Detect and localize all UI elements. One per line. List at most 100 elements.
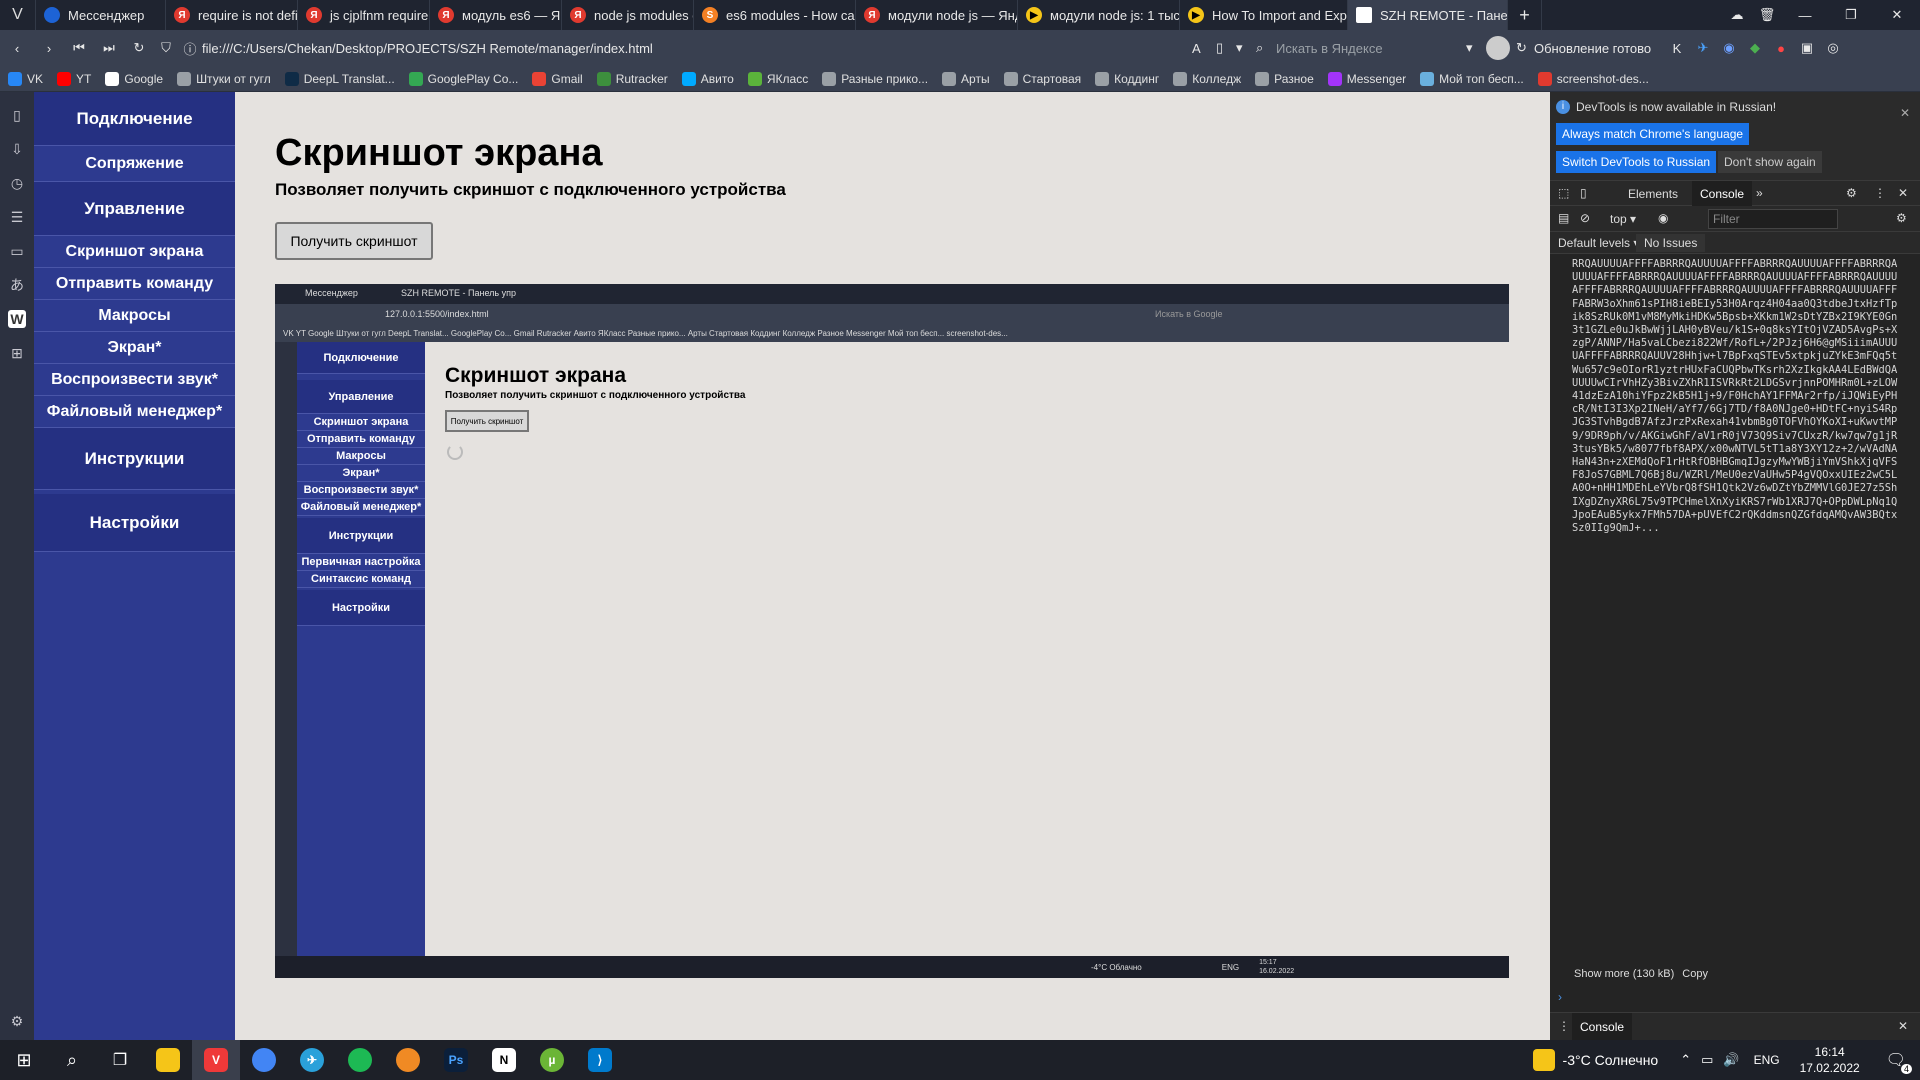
close-window-button[interactable]: ✕: [1874, 0, 1920, 30]
chevron-down-icon[interactable]: ▾: [1236, 40, 1256, 56]
gear-icon[interactable]: ⚙: [1846, 186, 1857, 200]
bookmark-icon[interactable]: ▯: [1216, 40, 1236, 56]
nav-file-manager[interactable]: Файловый менеджер*: [34, 396, 235, 428]
show-more-button[interactable]: Show more (130 kB): [1574, 968, 1674, 980]
bookmark-item[interactable]: VK: [8, 71, 43, 86]
bookmark-icon[interactable]: ▯: [8, 106, 26, 124]
bookmark-item[interactable]: Коддинг: [1095, 71, 1159, 86]
nav-play-sound[interactable]: Воспроизвести звук*: [34, 364, 235, 396]
restore-button[interactable]: ❐: [1828, 0, 1874, 30]
volume-icon[interactable]: 🔊: [1723, 1052, 1739, 1068]
gear-icon[interactable]: ⚙: [8, 1012, 26, 1030]
bookmark-item[interactable]: Разные прико...: [822, 71, 928, 86]
vpn-extension-icon[interactable]: ◉: [1716, 40, 1742, 56]
taskbar-chrome[interactable]: [240, 1040, 288, 1080]
gear-icon[interactable]: ⚙: [1896, 211, 1907, 225]
trash-icon[interactable]: 🗑: [1752, 0, 1782, 30]
clear-console-icon[interactable]: ⊘: [1580, 211, 1590, 225]
dont-show-again-button[interactable]: Don't show again: [1718, 151, 1822, 173]
network-icon[interactable]: ▭: [1701, 1052, 1713, 1068]
bookmark-item[interactable]: Messenger: [1327, 71, 1406, 86]
skip-forward-icon[interactable]: ⏭: [94, 40, 124, 56]
sidebar-toggle-icon[interactable]: ▤: [1558, 211, 1569, 225]
browser-tab[interactable]: Ямодуль es6 — Яндекс:: [430, 0, 562, 30]
clock[interactable]: 16:14 17.02.2022: [1800, 1044, 1860, 1076]
console-filter-input[interactable]: Filter: [1708, 209, 1838, 229]
nav-settings[interactable]: Настройки: [34, 490, 235, 552]
tab-elements[interactable]: Elements: [1628, 187, 1678, 201]
chevron-up-icon[interactable]: ⌃: [1680, 1052, 1691, 1068]
bookmark-item[interactable]: Штуки от гугл: [177, 71, 271, 86]
nav-control[interactable]: Управление: [34, 182, 235, 236]
window-icon[interactable]: ▭: [8, 242, 26, 260]
console-prompt-icon[interactable]: ›: [1558, 990, 1562, 1004]
notes-icon[interactable]: ☰: [8, 208, 26, 226]
taskbar-photoshop[interactable]: Ps: [432, 1040, 480, 1080]
taskbar-notion[interactable]: N: [480, 1040, 528, 1080]
log-levels-select[interactable]: Default levels ▾: [1558, 236, 1639, 250]
close-icon[interactable]: ✕: [1898, 1019, 1908, 1033]
add-panel-icon[interactable]: ⊞: [8, 344, 26, 362]
inspect-icon[interactable]: ⬚: [1558, 186, 1569, 200]
info-icon[interactable]: ⓘ: [178, 39, 202, 58]
minimize-button[interactable]: —: [1782, 0, 1828, 30]
back-icon[interactable]: ‹: [0, 41, 34, 56]
more-tabs-icon[interactable]: »: [1756, 186, 1763, 200]
bookmark-item[interactable]: Gmail: [532, 71, 583, 86]
tab-console[interactable]: Console: [1692, 181, 1753, 207]
extension-icon[interactable]: ◆: [1742, 40, 1768, 56]
issues-button[interactable]: No Issues: [1636, 234, 1706, 252]
match-language-button[interactable]: Always match Chrome's language: [1556, 123, 1750, 145]
browser-tab[interactable]: Мессенджер: [36, 0, 166, 30]
search-input[interactable]: Искать в Яндексе: [1276, 41, 1466, 56]
weather-label[interactable]: -3°C Солнечно: [1563, 1052, 1659, 1068]
browser-tab-active[interactable]: SZH REMOTE - Панель: [1348, 0, 1508, 30]
adblock-icon[interactable]: ●: [1768, 41, 1794, 56]
bookmark-item[interactable]: Стартовая: [1003, 71, 1081, 86]
extension-icon[interactable]: ✈: [1690, 40, 1716, 56]
eye-icon[interactable]: ◉: [1658, 211, 1668, 225]
drawer-tab-console[interactable]: Console: [1572, 1013, 1633, 1041]
shield-icon[interactable]: ⛉: [154, 40, 178, 56]
bookmark-item[interactable]: DeepL Translat...: [284, 71, 395, 86]
bookmark-item[interactable]: screenshot-des...: [1537, 71, 1649, 86]
bookmark-item[interactable]: Разное: [1255, 71, 1314, 86]
search-button[interactable]: ⌕: [48, 1040, 96, 1080]
new-tab-button[interactable]: +: [1508, 0, 1542, 30]
bookmark-item[interactable]: Rutracker: [596, 71, 668, 86]
reload-icon[interactable]: ↻: [124, 40, 154, 56]
bookmark-item[interactable]: Авито: [681, 71, 734, 86]
context-select[interactable]: top ▾: [1610, 212, 1636, 226]
bookmark-item[interactable]: Google: [105, 71, 163, 86]
taskbar-vscode[interactable]: ⟩: [576, 1040, 624, 1080]
nav-screenshot[interactable]: Скриншот экрана: [34, 236, 235, 268]
notifications-icon[interactable]: 🗨 4: [1886, 1050, 1912, 1074]
nav-screen[interactable]: Экран*: [34, 332, 235, 364]
browser-tab[interactable]: ▶ How To Import and Exp: [1180, 0, 1348, 30]
bookmark-item[interactable]: ЯКласс: [747, 71, 808, 86]
browser-tab[interactable]: Яnode js modules es6 —: [562, 0, 694, 30]
browser-menu-icon[interactable]: V: [0, 0, 36, 30]
history-icon[interactable]: ◷: [8, 174, 26, 192]
translate-icon[interactable]: A: [1192, 41, 1216, 56]
kebab-menu-icon[interactable]: ⋮: [1558, 1019, 1570, 1033]
chevron-down-icon[interactable]: ▾: [1466, 40, 1486, 56]
bookmark-item[interactable]: Колледж: [1173, 71, 1241, 86]
taskbar-vivaldi[interactable]: V: [192, 1040, 240, 1080]
update-label[interactable]: Обновление готово: [1534, 41, 1664, 56]
skip-back-icon[interactable]: ⏮: [64, 40, 94, 56]
nav-macros[interactable]: Макросы: [34, 300, 235, 332]
bookmark-item[interactable]: Мой топ бесп...: [1420, 71, 1524, 86]
nav-send-command[interactable]: Отправить команду: [34, 268, 235, 300]
taskbar-utorrent[interactable]: µ: [528, 1040, 576, 1080]
bookmark-item[interactable]: Арты: [942, 71, 990, 86]
profile-avatar[interactable]: [1486, 36, 1510, 60]
language-indicator[interactable]: ENG: [1754, 1053, 1780, 1067]
copy-button[interactable]: Copy: [1682, 968, 1708, 980]
translate-icon[interactable]: あ: [8, 276, 26, 294]
taskbar-telegram[interactable]: ✈: [288, 1040, 336, 1080]
screenshot-extension-icon[interactable]: ▣: [1794, 40, 1820, 56]
nav-instructions[interactable]: Инструкции: [34, 428, 235, 490]
switch-language-button[interactable]: Switch DevTools to Russian: [1556, 151, 1717, 173]
cloud-icon[interactable]: ☁: [1722, 0, 1752, 30]
